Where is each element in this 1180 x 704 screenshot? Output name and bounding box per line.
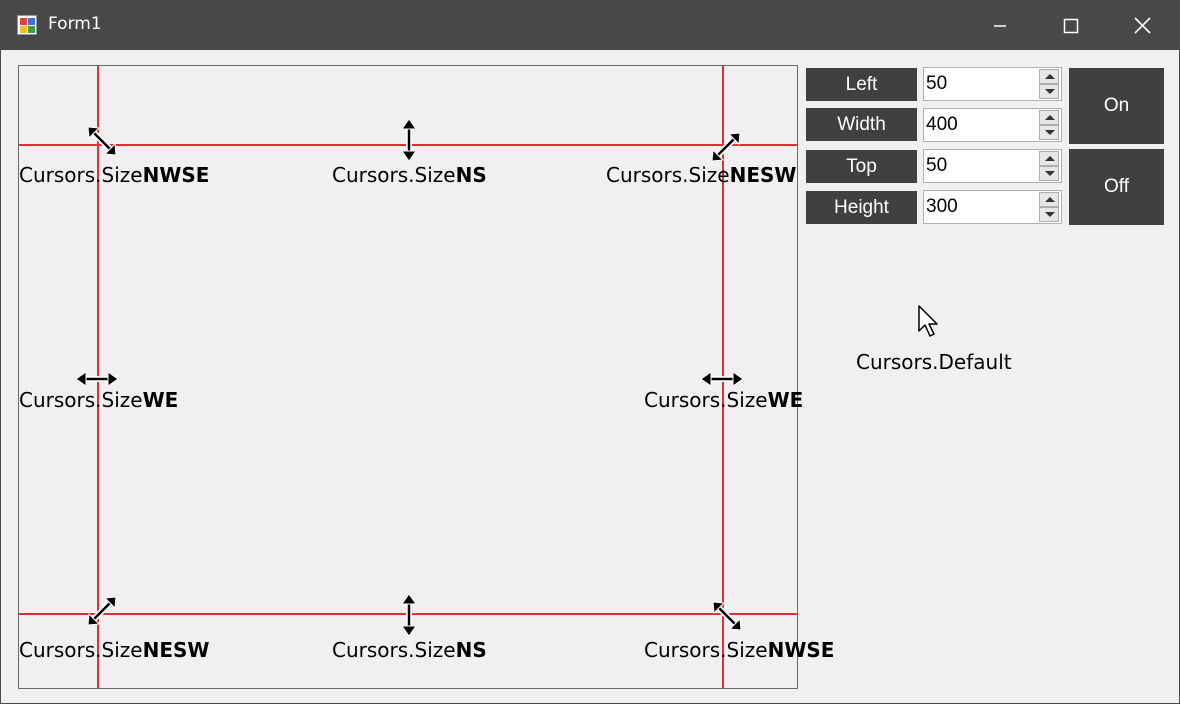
cursor-demo-panel[interactable]: Cursors.SizeNWSE Cursors.SizeNS Cursors.… <box>18 65 834 689</box>
size-nesw-cursor-icon <box>87 596 117 626</box>
left-label: Left <box>806 68 917 101</box>
spin-down-arrow-icon <box>1045 89 1055 94</box>
arrow-cursor-icon <box>918 305 938 337</box>
off-button[interactable]: Off <box>1069 149 1164 225</box>
spin-down-arrow-icon <box>1045 171 1055 176</box>
spin-up-arrow-icon <box>1045 74 1055 79</box>
spin-up-arrow-icon <box>1045 115 1055 120</box>
spin-down-arrow-icon <box>1045 212 1055 217</box>
cursor-label-top-center: Cursors.SizeNS <box>332 163 487 187</box>
size-we-cursor-icon <box>75 371 119 387</box>
width-label: Width <box>806 108 917 141</box>
minimize-button[interactable] <box>964 1 1034 50</box>
height-input[interactable] <box>926 193 1034 221</box>
spin-up-arrow-icon <box>1045 197 1055 202</box>
form-app-icon[interactable] <box>17 15 37 35</box>
size-we-cursor-icon <box>700 371 744 387</box>
on-button[interactable]: On <box>1069 68 1164 144</box>
spin-down-arrow-icon <box>1045 130 1055 135</box>
left-numeric-updown[interactable] <box>923 67 1062 101</box>
size-nwse-cursor-icon <box>87 126 117 156</box>
spin-up-arrow-icon <box>1045 156 1055 161</box>
cursor-label-top-right: Cursors.SizeNESW <box>606 163 797 187</box>
cursor-label-mid-right: Cursors.SizeWE <box>644 388 804 412</box>
cursor-label-bottom-left: Cursors.SizeNESW <box>19 638 210 662</box>
default-cursor-label: Cursors.Default <box>856 350 1012 374</box>
cursor-label-bottom-center: Cursors.SizeNS <box>332 638 487 662</box>
width-input[interactable] <box>926 111 1034 139</box>
window-title: Form1 <box>48 14 102 34</box>
height-spin-down-button[interactable] <box>1039 207 1059 222</box>
top-label: Top <box>806 150 917 183</box>
size-ns-cursor-icon <box>401 593 417 637</box>
left-spin-down-button[interactable] <box>1039 84 1059 99</box>
top-numeric-updown[interactable] <box>923 149 1062 183</box>
left-spin-up-button[interactable] <box>1039 69 1059 84</box>
close-icon <box>1134 17 1151 34</box>
height-label: Height <box>806 191 917 224</box>
top-spin-up-button[interactable] <box>1039 151 1059 166</box>
cursor-label-top-left: Cursors.SizeNWSE <box>19 163 210 187</box>
width-spin-down-button[interactable] <box>1039 125 1059 140</box>
height-numeric-updown[interactable] <box>923 190 1062 224</box>
size-nesw-cursor-icon <box>711 132 741 162</box>
height-spin-up-button[interactable] <box>1039 192 1059 207</box>
minimize-icon <box>994 25 1006 27</box>
top-spin-down-button[interactable] <box>1039 166 1059 181</box>
width-spin-up-button[interactable] <box>1039 110 1059 125</box>
maximize-icon <box>1063 18 1079 34</box>
cursor-label-bottom-right: Cursors.SizeNWSE <box>644 638 835 662</box>
left-input[interactable] <box>926 70 1034 98</box>
maximize-button[interactable] <box>1035 1 1105 50</box>
size-ns-cursor-icon <box>401 118 417 162</box>
top-input[interactable] <box>926 152 1034 180</box>
title-bar[interactable]: Form1 <box>1 1 1179 50</box>
width-numeric-updown[interactable] <box>923 108 1062 142</box>
cursor-label-mid-left: Cursors.SizeWE <box>19 388 179 412</box>
main-window: Form1 Cursors.SizeNWSE Cursors.SizeNS Cu… <box>0 0 1180 704</box>
close-button[interactable] <box>1107 1 1177 50</box>
size-nwse-cursor-icon <box>712 601 742 631</box>
